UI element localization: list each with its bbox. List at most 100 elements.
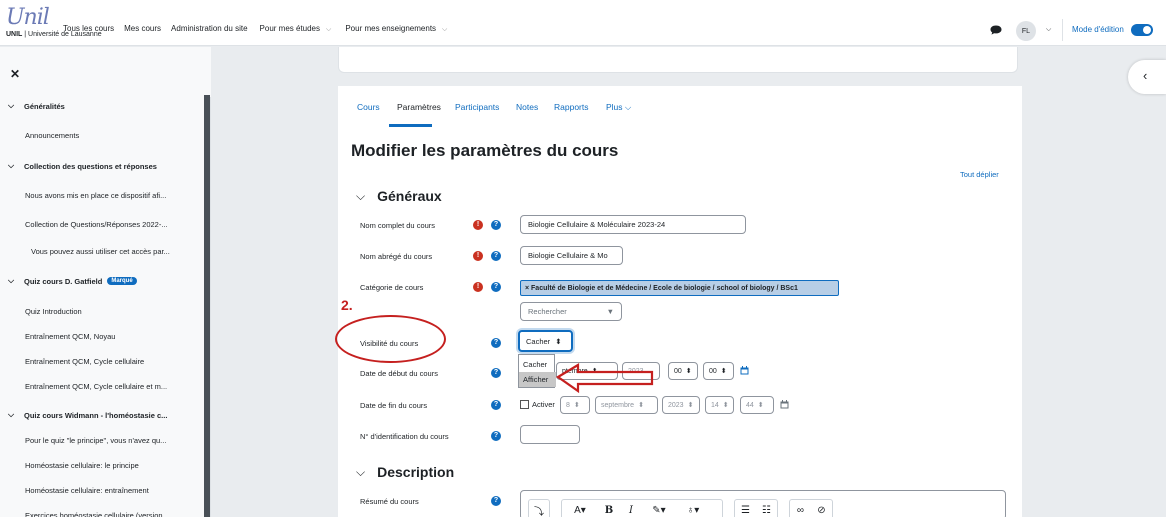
end-date-enable[interactable]: Activer <box>520 400 555 409</box>
section-general-header[interactable]: ⌵ Généraux <box>356 188 442 204</box>
visibility-select[interactable]: Cacher ⬍ <box>518 330 573 352</box>
option-show[interactable]: Afficher <box>519 372 556 387</box>
drawer-header: ✕ <box>0 47 211 97</box>
link-icon[interactable]: ∞ <box>790 500 811 517</box>
help-icon[interactable]: ? <box>491 368 501 378</box>
section-description-header[interactable]: ⌵ Description <box>356 464 454 480</box>
course-index-item[interactable]: Nous avons mis en place ce dispositif af… <box>0 185 200 205</box>
close-icon[interactable]: ✕ <box>10 67 20 81</box>
expand-all-link[interactable]: Tout déplier <box>960 170 999 179</box>
numbered-list-icon[interactable]: ☷ <box>756 500 777 517</box>
end-minute-select[interactable]: 44 ⬍ <box>740 396 774 414</box>
course-index-item[interactable]: Vous pouvez aussi utiliser cet accès par… <box>0 241 200 261</box>
option-hide[interactable]: Cacher <box>519 357 556 372</box>
course-index-item[interactable]: Quiz Introduction <box>0 301 200 321</box>
nav-item-teaching[interactable]: Pour mes enseignements ⌵ <box>341 24 451 34</box>
course-index-item[interactable]: Homéostasie cellulaire: le principe <box>0 455 200 475</box>
category-search-select[interactable]: Rechercher ▼ <box>520 302 622 321</box>
fullname-label: Nom complet du cours <box>360 221 436 230</box>
fullname-field[interactable]: Biologie Cellulaire & Moléculaire 2023-2… <box>520 215 746 234</box>
calendar-icon[interactable] <box>780 400 789 409</box>
shortname-field[interactable]: Biologie Cellulaire & Mo <box>520 246 623 265</box>
unlink-icon[interactable]: ⊘ <box>811 500 832 517</box>
start-minute-select[interactable]: 00 ⬍ <box>703 362 734 380</box>
active-tab-indicator <box>389 124 432 127</box>
help-icon[interactable]: ? <box>491 251 501 261</box>
start-hour-select[interactable]: 00 ⬍ <box>668 362 698 380</box>
help-icon[interactable]: ? <box>491 496 501 506</box>
nav-item-my-courses[interactable]: Mes cours <box>122 24 163 34</box>
lightbulb-icon[interactable]: ♁▾ <box>676 500 710 517</box>
course-index-item[interactable]: Collection de Questions/Réponses 2022-..… <box>0 214 200 234</box>
tab-course[interactable]: Cours <box>357 102 380 112</box>
user-avatar[interactable]: FL <box>1016 21 1036 41</box>
course-index-item[interactable]: Homéostasie cellulaire: entraînement <box>0 480 200 500</box>
unil-logo[interactable]: Unil UNIL | Université de Lausanne <box>6 5 106 41</box>
end-month-select[interactable]: septembre ⬍ <box>595 396 658 414</box>
help-icon[interactable]: ? <box>491 220 501 230</box>
course-index-section[interactable]: ⌵ Généralités <box>0 96 200 116</box>
tab-more[interactable]: Plus ⌵ <box>606 102 631 113</box>
help-icon[interactable]: ? <box>491 282 501 292</box>
tab-grades[interactable]: Notes <box>516 102 538 112</box>
collapse-toolbar-icon[interactable]: ⤵ <box>529 500 549 517</box>
course-index-item-label: Vous pouvez aussi utiliser cet accès par… <box>31 246 170 256</box>
tab-participants[interactable]: Participants <box>455 102 499 112</box>
bold-icon[interactable]: B <box>598 500 620 517</box>
tab-reports[interactable]: Rapports <box>554 102 589 112</box>
category-tag[interactable]: × Faculté de Biologie et de Médecine / E… <box>520 280 839 296</box>
top-navbar: Unil UNIL | Université de Lausanne Tous … <box>0 0 1166 46</box>
course-index-item[interactable]: Entraînement QCM, Cycle cellulaire <box>0 351 200 371</box>
chevron-down-icon: ⌵ <box>356 464 366 479</box>
course-index-item-label: Pour le quiz "le principe", vous n'avez … <box>25 435 167 445</box>
nav-item-all-courses[interactable]: Tous les cours <box>61 24 116 34</box>
course-index-section-label: Quiz cours D. Gatfield <box>24 276 103 286</box>
paragraph-style-icon[interactable]: A▾ <box>562 500 598 517</box>
bullet-list-icon[interactable]: ☰ <box>735 500 756 517</box>
chevron-down-icon[interactable]: ⌵ <box>1046 26 1051 34</box>
chevron-down-icon: ⌵ <box>356 188 366 203</box>
course-index-section-label: Collection des questions et réponses <box>24 161 157 171</box>
end-date-checkbox[interactable] <box>520 400 529 409</box>
start-minute-value: 00 <box>709 367 717 375</box>
tab-settings[interactable]: Paramètres <box>397 102 441 112</box>
calendar-icon[interactable] <box>740 366 749 375</box>
chevron-down-icon[interactable]: ⌵ <box>8 101 18 111</box>
course-index-item[interactable]: Entraînement QCM, Cycle cellulaire et m.… <box>0 376 200 396</box>
toolbar-group: ∞ ⊘ <box>789 499 833 517</box>
end-hour-select[interactable]: 14 ⬍ <box>705 396 734 414</box>
course-index-section[interactable]: ⌵ Quiz cours D. Gatfield Marqué <box>0 271 200 291</box>
nav-item-site-admin[interactable]: Administration du site <box>169 24 249 34</box>
page-title: Modifier les paramètres du cours <box>351 141 619 160</box>
messages-icon[interactable] <box>990 25 1002 35</box>
course-index-item-label: Homéostasie cellulaire: entraînement <box>25 485 149 495</box>
chevron-down-icon[interactable]: ⌵ <box>8 276 18 286</box>
course-index-item[interactable]: Entraînement QCM, Noyau <box>0 326 200 346</box>
course-index-item[interactable]: Exercices homéostasie cellulaire (versio… <box>0 505 200 517</box>
course-index-item[interactable]: Pour le quiz "le principe", vous n'avez … <box>0 430 200 450</box>
course-index-item[interactable]: Announcements <box>0 125 200 145</box>
drawer-scrollbar[interactable] <box>204 95 210 517</box>
chevron-down-icon[interactable]: ⌵ <box>8 410 18 420</box>
section-general-title: Généraux <box>377 188 442 204</box>
italic-icon[interactable]: I <box>620 500 642 517</box>
help-icon[interactable]: ? <box>491 338 501 348</box>
block-drawer-toggle[interactable]: ‹ <box>1128 60 1166 94</box>
sort-arrows-icon: ⬍ <box>757 402 764 409</box>
help-icon[interactable]: ? <box>491 431 501 441</box>
summary-editor[interactable]: ⤵ A▾ B I ✎▾ ♁▾ ☰ ☷ ∞ ⊘ <box>520 490 1006 517</box>
edit-mode-toggle[interactable] <box>1131 24 1153 36</box>
course-index-section-label: Quiz cours Widmann - l'homéostasie c... <box>24 410 168 420</box>
chevron-down-icon[interactable]: ⌵ <box>8 161 18 171</box>
idnumber-field[interactable] <box>520 425 580 444</box>
course-index-section[interactable]: ⌵ Quiz cours Widmann - l'homéostasie c... <box>0 405 200 425</box>
end-day-select[interactable]: 8 ⬍ <box>560 396 590 414</box>
start-hour-value: 00 <box>674 367 682 375</box>
nav-item-studies[interactable]: Pour mes études ⌵ <box>256 24 336 34</box>
toolbar-group: A▾ B I ✎▾ ♁▾ <box>561 499 723 517</box>
annotation-step-number: 2. <box>341 297 353 313</box>
end-year-select[interactable]: 2023 ⬍ <box>662 396 700 414</box>
help-icon[interactable]: ? <box>491 400 501 410</box>
course-index-section[interactable]: ⌵ Collection des questions et réponses <box>0 156 200 176</box>
text-color-icon[interactable]: ✎▾ <box>642 500 676 517</box>
